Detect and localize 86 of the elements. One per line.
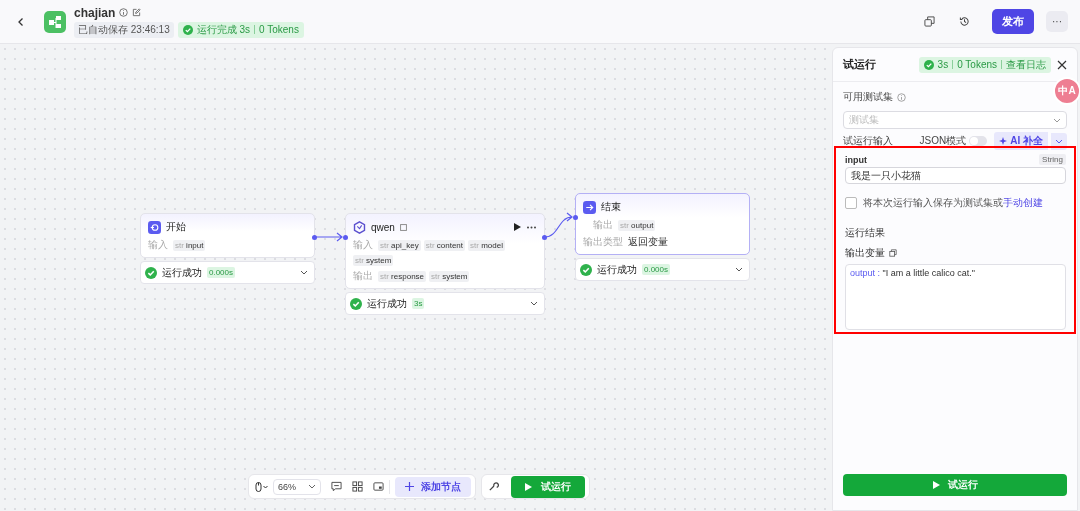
- history-icon[interactable]: [959, 16, 970, 27]
- add-node-button[interactable]: 添加节点: [395, 476, 471, 497]
- sparkle-icon: [999, 137, 1008, 145]
- copy-icon[interactable]: [889, 249, 897, 257]
- workflow-node[interactable]: 结束 输出 str output 输出类型 返回变量: [575, 193, 750, 255]
- more-button[interactable]: ···: [1046, 11, 1068, 32]
- workflow-title: chajian: [74, 5, 116, 20]
- run-summary-badge: 3s 0 Tokens 查看日志: [918, 56, 1051, 73]
- status-text: 运行成功: [597, 262, 637, 277]
- document-icon: [399, 223, 407, 231]
- checkbox[interactable]: [845, 197, 857, 209]
- port-label: 输出: [593, 218, 613, 232]
- variable-tag: str system: [429, 270, 470, 282]
- output-key: output :: [850, 268, 881, 278]
- play-icon: [525, 482, 532, 491]
- chevron-down-icon: [1055, 138, 1063, 144]
- mouse-mode-icon[interactable]: [255, 481, 269, 492]
- chevron-left-icon: [16, 16, 26, 27]
- input-field[interactable]: 我是一只小花猫: [845, 167, 1066, 184]
- duration-badge: 0.000s: [642, 264, 671, 275]
- workflow-node[interactable]: qwen 输入 str api_key str content str model str system 输出 str response str system: [345, 213, 545, 289]
- variable-tag: str model: [468, 239, 505, 251]
- status-text: 运行成功: [162, 265, 202, 280]
- variable-tag: str system: [353, 255, 394, 266]
- run-input-label: 试运行输入: [843, 134, 893, 148]
- testset-label: 可用测试集: [843, 90, 893, 104]
- variable-tag: str content: [423, 239, 466, 251]
- panel-title: 试运行: [843, 57, 876, 72]
- app-logo-icon: [44, 10, 66, 33]
- output-port[interactable]: [312, 235, 317, 240]
- chevron-down-icon: [530, 301, 538, 306]
- model-logo-icon: [353, 220, 366, 234]
- output-type-value: 返回变量: [628, 235, 668, 249]
- start-node-icon: [148, 220, 161, 234]
- input-port[interactable]: [573, 215, 578, 220]
- port-label: 输入: [353, 238, 373, 252]
- duration-badge: 0.000s: [207, 267, 236, 278]
- edit-icon[interactable]: [132, 8, 142, 17]
- node-title: 结束: [601, 200, 621, 214]
- zoom-select[interactable]: 66%: [273, 478, 321, 495]
- port-label: 输出: [353, 269, 373, 283]
- connector-line: [544, 212, 573, 238]
- chevron-down-icon: [308, 484, 316, 489]
- duration-badge: 3s: [412, 298, 425, 309]
- field-label: input: [845, 154, 867, 165]
- variable-tag: str api_key: [378, 239, 421, 251]
- type-tag: String: [1039, 154, 1066, 165]
- play-icon: [932, 481, 940, 489]
- json-mode-toggle[interactable]: [969, 136, 988, 146]
- port-label: 输入: [148, 238, 168, 252]
- run-status-badge: 运行完成 3s 0 Tokens: [177, 21, 304, 38]
- node-run-status[interactable]: 运行成功 0.000s: [140, 261, 315, 284]
- output-title: 输出变量: [845, 246, 885, 260]
- variable-tag: str response: [378, 270, 427, 282]
- end-node-icon: [583, 200, 596, 214]
- chevron-down-icon: [300, 270, 308, 275]
- play-icon[interactable]: [513, 223, 521, 231]
- node-run-status[interactable]: 运行成功 3s: [345, 292, 545, 315]
- more-icon[interactable]: [526, 225, 537, 229]
- copy-icon[interactable]: [924, 16, 935, 27]
- autosave-label: 已自动保存 23:46:13: [74, 21, 174, 38]
- publish-button[interactable]: 发布: [992, 9, 1034, 34]
- save-option-text: 将本次运行输入保存为测试集或手动创建: [863, 196, 1043, 210]
- comment-icon[interactable]: [331, 481, 342, 492]
- node-run-status[interactable]: 运行成功 0.000s: [575, 258, 750, 281]
- chevron-down-icon: [735, 267, 743, 272]
- close-icon[interactable]: [1057, 59, 1067, 70]
- manual-create-link[interactable]: 手动创建: [1003, 197, 1043, 208]
- output-port[interactable]: [542, 235, 547, 240]
- grid-icon[interactable]: [352, 481, 363, 492]
- plus-icon: [405, 482, 414, 491]
- chevron-down-icon: [1053, 117, 1061, 123]
- connector-line: [314, 232, 343, 242]
- variable-tag: str output: [618, 219, 656, 231]
- output-value: "I am a little calico cat.": [882, 268, 975, 278]
- minimap-icon[interactable]: [373, 481, 384, 492]
- variable-tag: str input: [173, 239, 206, 251]
- info-icon[interactable]: [119, 8, 129, 17]
- input-port[interactable]: [343, 235, 348, 240]
- status-text: 运行成功: [367, 296, 407, 311]
- node-title: qwen: [371, 221, 395, 233]
- json-mode-label: JSON模式: [919, 134, 967, 148]
- node-title: 开始: [166, 220, 186, 234]
- result-title: 运行结果: [845, 226, 886, 240]
- workflow-node[interactable]: 开始 输入 str input: [140, 213, 315, 258]
- port-label: 输出类型: [583, 235, 623, 249]
